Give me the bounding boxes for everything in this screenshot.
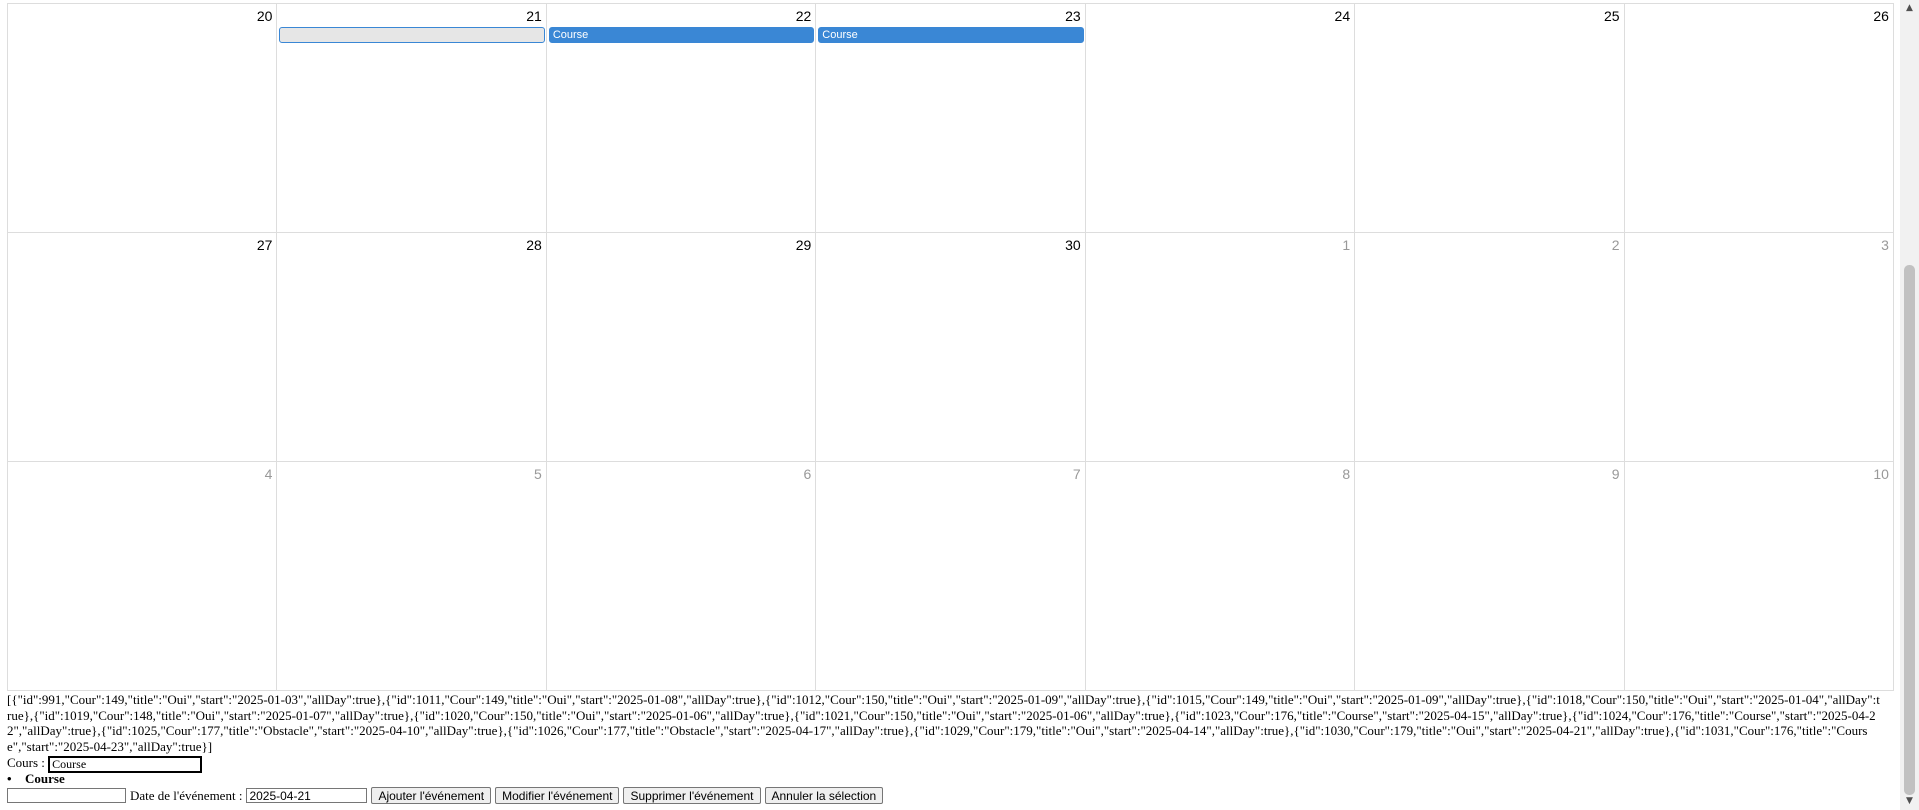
cancel-selection-button[interactable]: Annuler la sélection bbox=[764, 787, 884, 804]
cours-input[interactable] bbox=[48, 755, 203, 773]
add-event-button[interactable]: Ajouter l'événement bbox=[371, 787, 492, 804]
day-number[interactable]: 22 bbox=[796, 8, 812, 24]
event-date-input[interactable] bbox=[246, 788, 368, 803]
day-number[interactable]: 21 bbox=[526, 8, 542, 24]
scroll-down-icon[interactable]: ▼ bbox=[1900, 793, 1919, 810]
day-number[interactable]: 26 bbox=[1873, 8, 1889, 24]
day-number[interactable]: 3 bbox=[1881, 237, 1889, 253]
calendar-event[interactable]: Course bbox=[548, 27, 815, 43]
day-number[interactable]: 24 bbox=[1335, 8, 1351, 24]
event-form-row: Date de l'événement : Ajouter l'événemen… bbox=[7, 787, 884, 804]
scroll-up-icon[interactable]: ▲ bbox=[1900, 0, 1919, 17]
day-number[interactable]: 8 bbox=[1342, 466, 1350, 482]
cours-label: Cours : bbox=[7, 755, 45, 770]
event-row: Course Course bbox=[8, 27, 1894, 43]
day-number[interactable]: 29 bbox=[796, 237, 812, 253]
calendar-event[interactable]: Course bbox=[818, 27, 1084, 43]
day-number[interactable]: 5 bbox=[534, 466, 542, 482]
date-label: Date de l'événement : bbox=[130, 787, 243, 803]
event-row bbox=[8, 256, 1894, 272]
day-number[interactable]: 9 bbox=[1612, 466, 1620, 482]
cours-row: Cours : bbox=[7, 755, 203, 773]
day-number[interactable]: 30 bbox=[1065, 237, 1081, 253]
event-title-input[interactable] bbox=[7, 788, 126, 803]
day-number[interactable]: 1 bbox=[1342, 237, 1350, 253]
events-json-dump: [{"id":991,"Cour":149,"title":"Oui","sta… bbox=[7, 692, 1880, 754]
page: 20 21 22 23 24 25 26 Course Course 27 28 29 30 1 2 3 4 5 6… bbox=[0, 0, 1900, 810]
day-number[interactable]: 2 bbox=[1612, 237, 1620, 253]
day-number[interactable]: 23 bbox=[1065, 8, 1081, 24]
day-number[interactable]: 28 bbox=[526, 237, 542, 253]
suggestion-item[interactable]: Course bbox=[7, 771, 65, 787]
event-row bbox=[8, 485, 1894, 501]
cours-suggestions: Course bbox=[7, 771, 65, 787]
day-number[interactable]: 7 bbox=[1073, 466, 1081, 482]
day-number[interactable]: 20 bbox=[257, 8, 273, 24]
day-number[interactable]: 25 bbox=[1604, 8, 1620, 24]
day-number[interactable]: 4 bbox=[265, 466, 273, 482]
scroll-thumb[interactable] bbox=[1904, 265, 1915, 795]
calendar-week: 27 28 29 30 1 2 3 bbox=[8, 233, 1894, 462]
day-number[interactable]: 10 bbox=[1873, 466, 1889, 482]
day-number[interactable]: 6 bbox=[803, 466, 811, 482]
calendar-week: 4 5 6 7 8 9 10 bbox=[8, 462, 1894, 691]
calendar-grid: 20 21 22 23 24 25 26 Course Course 27 28 29 30 1 2 3 4 5 6… bbox=[7, 3, 1894, 691]
calendar-week: 20 21 22 23 24 25 26 Course Course bbox=[8, 4, 1894, 233]
calendar-event[interactable] bbox=[279, 27, 545, 43]
edit-event-button[interactable]: Modifier l'événement bbox=[495, 787, 620, 804]
day-number[interactable]: 27 bbox=[257, 237, 273, 253]
vertical-scrollbar[interactable]: ▲ ▼ bbox=[1900, 0, 1919, 810]
delete-event-button[interactable]: Supprimer l'événement bbox=[623, 787, 761, 804]
